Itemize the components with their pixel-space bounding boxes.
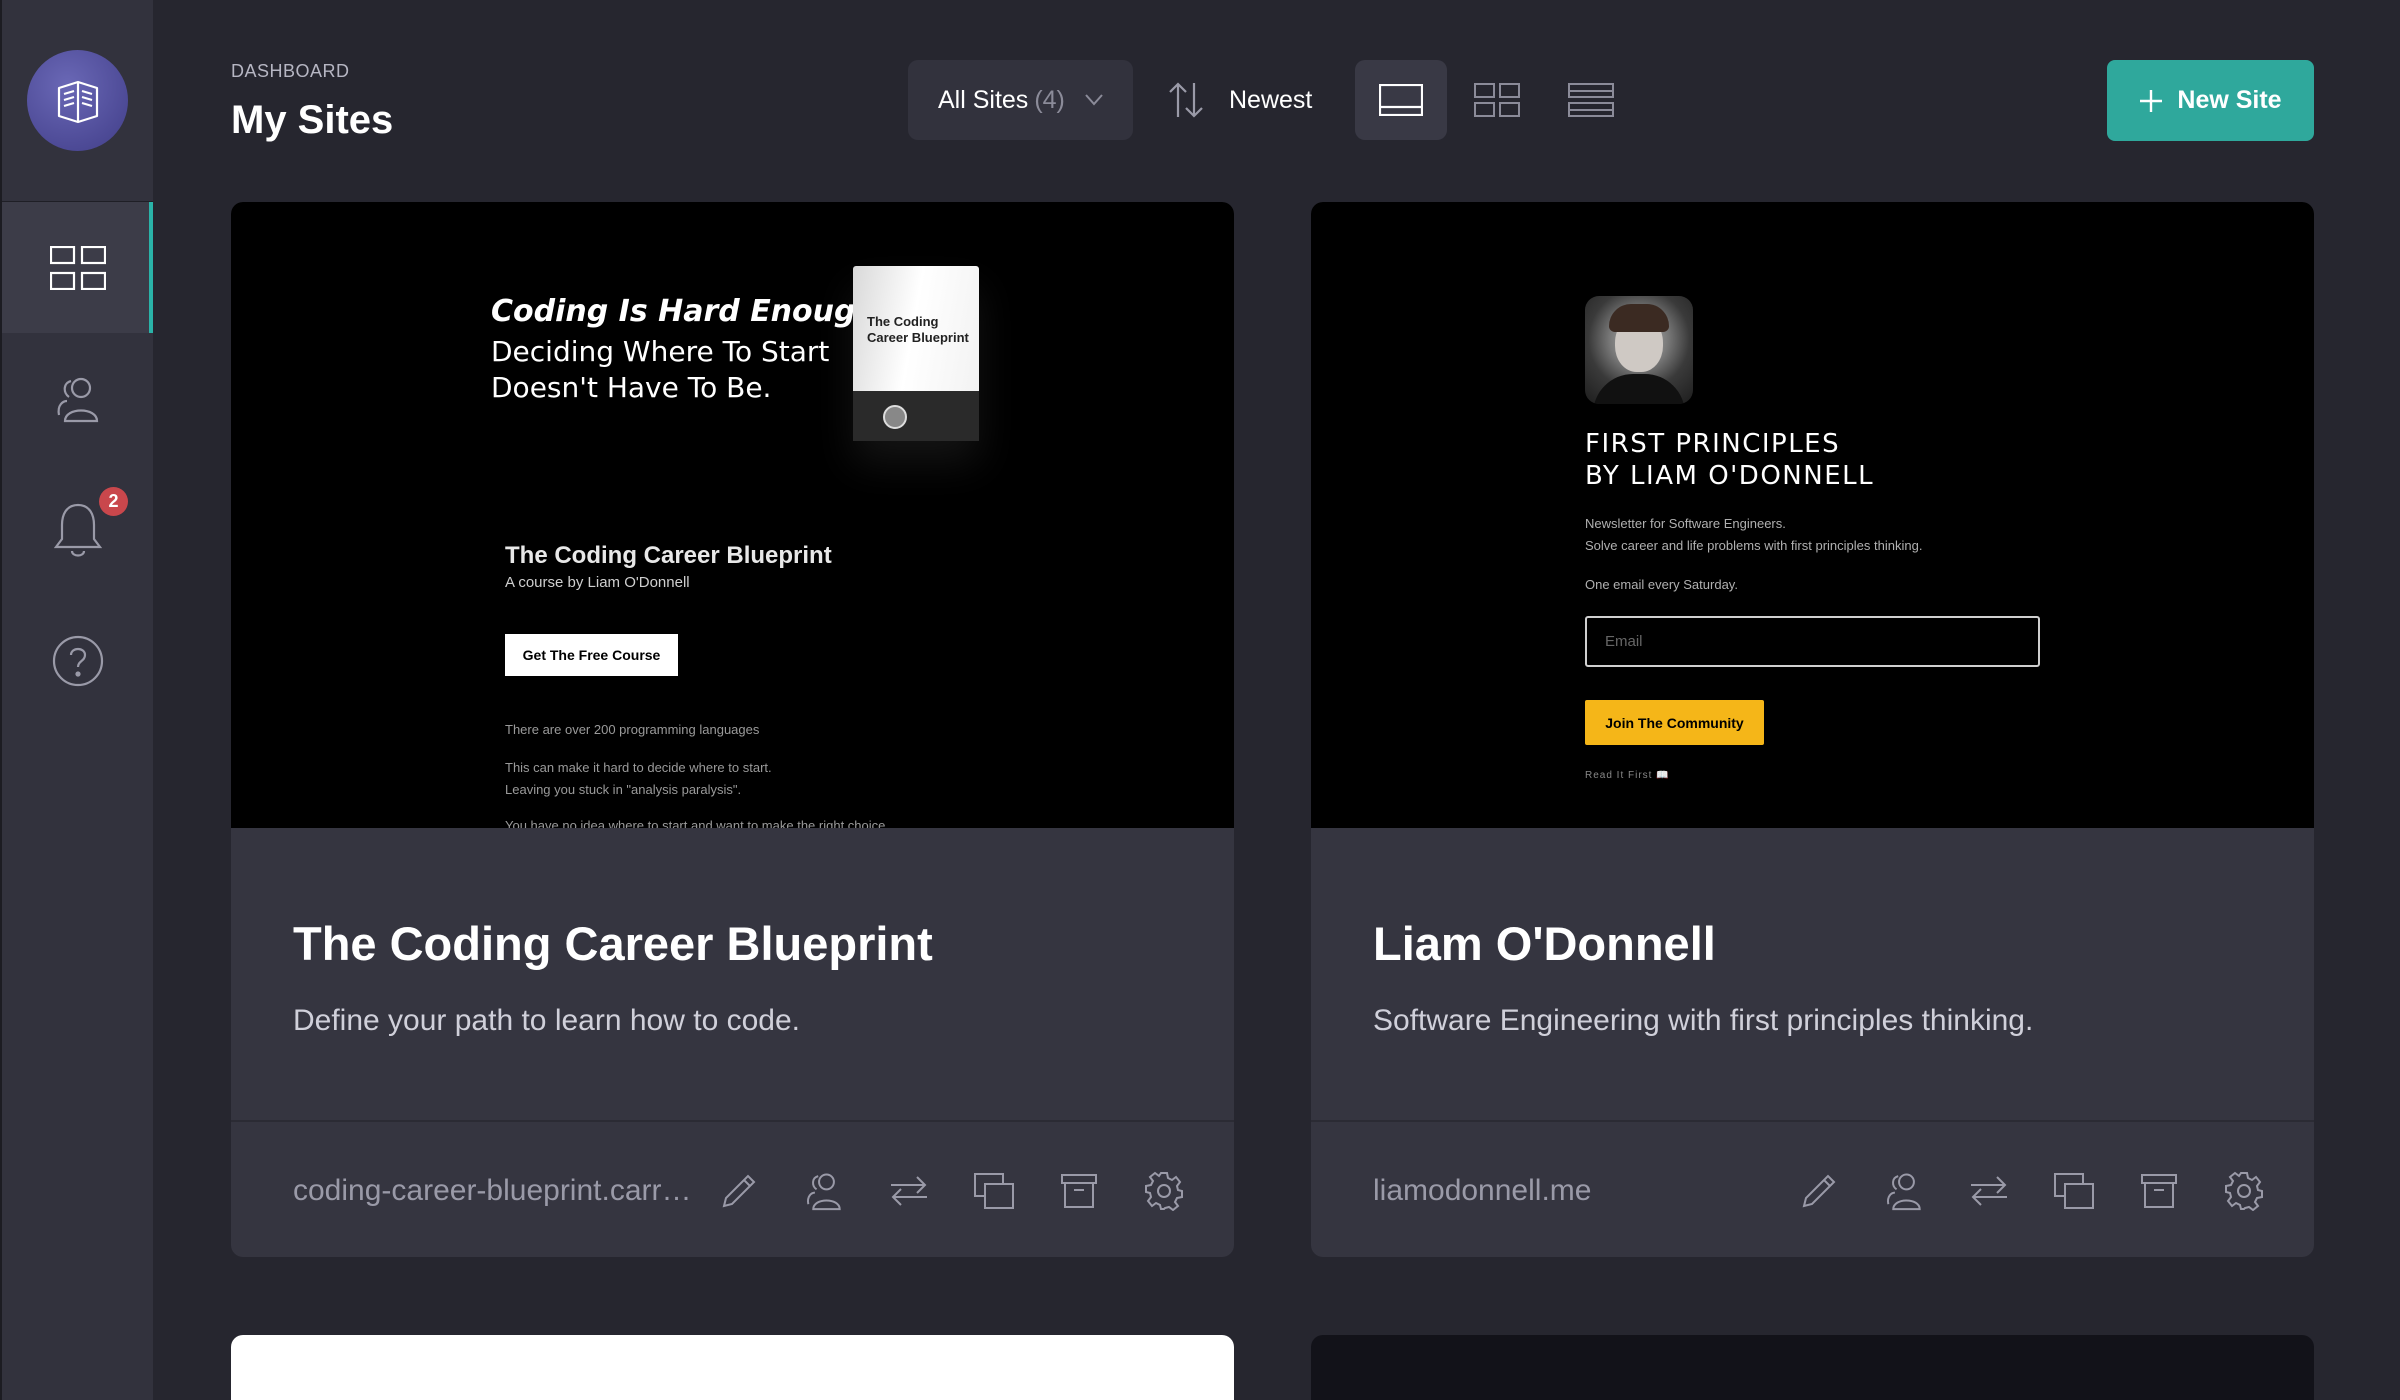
- notification-badge: 2: [99, 487, 128, 516]
- site-card[interactable]: FIRST PRINCIPLES BY LIAM O'DONNELL Newsl…: [1311, 202, 2314, 1257]
- card-footer: liamodonnell.me: [1311, 1120, 2314, 1257]
- site-title[interactable]: Liam O'Donnell: [1373, 916, 1716, 971]
- duplicate-icon: [2054, 1172, 2094, 1209]
- preview-cta-button: Join The Community: [1585, 700, 1764, 745]
- nav-notifications[interactable]: 2: [2, 464, 153, 595]
- archive-button[interactable]: [1059, 1171, 1099, 1211]
- archive-button[interactable]: [2139, 1171, 2179, 1211]
- help-icon: [52, 635, 103, 686]
- preview-headline: Deciding Where To Start Doesn't Have To …: [491, 335, 830, 404]
- preview-text-line: Leaving you stuck in "analysis paralysis…: [505, 782, 742, 797]
- site-description: Define your path to learn how to code.: [293, 1004, 800, 1037]
- archive-icon: [1061, 1173, 1097, 1208]
- users-icon: [57, 377, 98, 422]
- transfer-button[interactable]: [1969, 1171, 2009, 1211]
- bell-icon: [53, 503, 102, 557]
- site-domain-link[interactable]: liamodonnell.me: [1373, 1174, 1783, 1208]
- page-title: My Sites: [231, 98, 394, 142]
- site-domain-link[interactable]: coding-career-blueprint.carrd.co: [293, 1174, 703, 1208]
- members-button[interactable]: [1884, 1171, 1924, 1211]
- plus-icon: [2140, 89, 2163, 112]
- sort-button[interactable]: Newest: [1167, 60, 1312, 140]
- settings-button[interactable]: [1144, 1171, 1184, 1211]
- preview-subtitle: One email every Saturday.: [1585, 577, 1738, 592]
- settings-button[interactable]: [2224, 1171, 2264, 1211]
- users-icon: [1886, 1172, 1921, 1210]
- preview-title: FIRST PRINCIPLES BY LIAM O'DONNELL: [1585, 429, 1875, 491]
- preview-headline-bold: Coding Is Hard Enough.: [491, 294, 889, 329]
- nav-account[interactable]: [2, 333, 153, 464]
- preview-email-field: Email: [1585, 616, 2040, 667]
- site-preview[interactable]: Coding Is Hard Enough. Deciding Where To…: [231, 202, 1234, 828]
- pencil-icon: [1802, 1174, 1836, 1207]
- members-button[interactable]: [804, 1171, 844, 1211]
- preview-course-by: A course by Liam O'Donnell: [505, 574, 690, 591]
- site-card-preview-partial[interactable]: [1311, 1335, 2314, 1400]
- transfer-button[interactable]: [889, 1171, 929, 1211]
- swap-arrows-icon: [891, 1175, 927, 1206]
- new-site-button[interactable]: New Site: [2107, 60, 2314, 141]
- card-body: Liam O'Donnell Software Engineering with…: [1311, 828, 2314, 1120]
- grid-icon: [49, 245, 106, 290]
- preview-subtitle: Newsletter for Software Engineers.: [1585, 516, 1786, 531]
- sidebar: 2: [0, 0, 153, 1400]
- sort-label: Newest: [1229, 85, 1313, 114]
- view-large-icon: [1379, 84, 1423, 116]
- nav-help[interactable]: [2, 595, 153, 726]
- edit-button[interactable]: [719, 1171, 759, 1211]
- preview-course-title: The Coding Career Blueprint: [505, 542, 832, 569]
- gear-icon: [1145, 1171, 1183, 1211]
- author-avatar: [1585, 296, 1693, 404]
- view-large-button[interactable]: [1355, 60, 1447, 140]
- view-grid-button[interactable]: [1451, 60, 1543, 140]
- gear-icon: [2225, 1171, 2263, 1211]
- duplicate-button[interactable]: [974, 1171, 1014, 1211]
- preview-text-line: There are over 200 programming languages: [505, 722, 760, 737]
- logo-area: [2, 0, 153, 202]
- product-box-image: The Coding Career Blueprint: [853, 266, 979, 441]
- site-filter-dropdown[interactable]: All Sites (4): [908, 60, 1133, 140]
- preview-text-line: You have no idea where to start and want…: [505, 818, 886, 828]
- preview-cta-button: Get The Free Course: [505, 634, 678, 676]
- view-list-icon: [1568, 83, 1614, 117]
- card-actions: [1799, 1171, 2264, 1211]
- site-card[interactable]: Coding Is Hard Enough. Deciding Where To…: [231, 202, 1234, 1257]
- card-actions: [719, 1171, 1184, 1211]
- card-footer: coding-career-blueprint.carrd.co: [231, 1120, 1234, 1257]
- app-logo[interactable]: [27, 50, 128, 151]
- site-description: Software Engineering with first principl…: [1373, 1004, 2034, 1037]
- book-logo-icon: [57, 80, 98, 123]
- card-body: The Coding Career Blueprint Define your …: [231, 828, 1234, 1120]
- new-site-label: New Site: [2177, 86, 2282, 114]
- nav-dashboard[interactable]: [2, 202, 153, 333]
- product-box-text: The Coding Career Blueprint: [867, 314, 969, 345]
- view-grid-icon: [1474, 83, 1520, 117]
- product-box-avatar: [883, 405, 907, 429]
- swap-arrows-icon: [1971, 1175, 2007, 1206]
- site-title[interactable]: The Coding Career Blueprint: [293, 916, 933, 971]
- duplicate-icon: [974, 1172, 1014, 1209]
- preview-subtitle: Solve career and life problems with firs…: [1585, 538, 1923, 553]
- edit-button[interactable]: [1799, 1171, 1839, 1211]
- site-preview[interactable]: FIRST PRINCIPLES BY LIAM O'DONNELL Newsl…: [1311, 202, 2314, 828]
- view-list-button[interactable]: [1545, 60, 1637, 140]
- archive-icon: [2141, 1173, 2177, 1208]
- filter-label: All Sites: [938, 85, 1029, 114]
- preview-read-first: Read It First 📖: [1585, 770, 1670, 781]
- preview-text-line: This can make it hard to decide where to…: [505, 760, 772, 775]
- pencil-icon: [722, 1174, 756, 1207]
- product-box-band: [853, 391, 979, 441]
- breadcrumb: DASHBOARD: [231, 61, 350, 81]
- sort-icon: [1169, 82, 1203, 118]
- users-icon: [806, 1172, 841, 1210]
- chevron-down-icon: [1085, 94, 1103, 106]
- site-card-preview-partial[interactable]: [231, 1335, 1234, 1400]
- header: DASHBOARD My Sites All Sites (4) Newest …: [231, 0, 2314, 200]
- filter-count: (4): [1034, 85, 1065, 114]
- duplicate-button[interactable]: [2054, 1171, 2094, 1211]
